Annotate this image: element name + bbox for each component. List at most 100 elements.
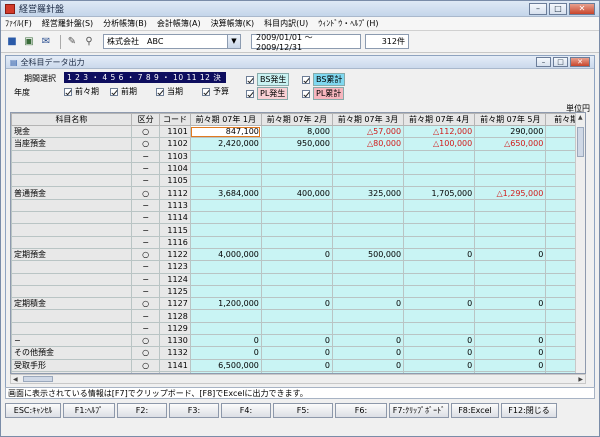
table-row[interactable]: −1114 <box>11 211 585 225</box>
value-cell[interactable]: 0 <box>403 358 476 372</box>
value-cell[interactable] <box>189 211 262 225</box>
checkbox-bs-occurrence[interactable]: BS発生 <box>246 73 290 86</box>
maximize-button[interactable]: □ <box>549 2 567 15</box>
value-cell[interactable] <box>331 272 405 286</box>
f5-button[interactable]: F5: <box>273 403 333 418</box>
company-select[interactable]: 株式会社 ABC ▼ <box>103 34 241 49</box>
value-cell[interactable]: 325,000 <box>331 186 405 200</box>
mail-icon[interactable]: ✉ <box>39 35 53 49</box>
kubun-cell[interactable]: ○ <box>130 297 161 311</box>
value-cell[interactable] <box>260 161 334 176</box>
value-cell[interactable] <box>474 223 547 237</box>
account-name-cell[interactable] <box>11 211 132 225</box>
value-cell[interactable]: △80,000 <box>331 137 405 151</box>
value-cell[interactable]: 0 <box>403 334 476 348</box>
account-name-cell[interactable] <box>11 223 132 237</box>
close-button[interactable]: ✕ <box>569 2 595 15</box>
scroll-left-icon[interactable]: ◀ <box>13 376 18 383</box>
value-cell[interactable]: △100,000 <box>403 137 476 151</box>
f1-help-button[interactable]: F1:ﾍﾙﾌﾟ <box>63 403 115 418</box>
kubun-cell[interactable]: ○ <box>130 124 161 139</box>
save-icon[interactable]: ■ <box>5 35 19 49</box>
code-cell[interactable]: 1102 <box>159 137 191 151</box>
value-cell[interactable]: 0 <box>331 334 405 348</box>
value-cell[interactable]: 0 <box>260 358 334 372</box>
table-row[interactable]: − ○ 1130 0 0 0 0 0 <box>11 334 585 348</box>
value-cell[interactable]: 0 <box>474 247 547 262</box>
code-cell[interactable]: 1123 <box>159 260 191 274</box>
table-row[interactable]: −1105 <box>11 174 585 188</box>
table-row[interactable]: −1129 <box>11 321 585 336</box>
table-row[interactable]: 普通預金 ○ 1112 3,684,000 400,000 325,000 1,705,00… <box>11 186 585 200</box>
kubun-cell[interactable]: − <box>130 161 161 176</box>
code-cell[interactable]: 1130 <box>159 334 191 348</box>
code-cell[interactable]: 1125 <box>159 284 191 299</box>
value-cell[interactable] <box>474 198 547 213</box>
kubun-cell[interactable]: ○ <box>130 346 161 360</box>
account-name-cell[interactable] <box>11 174 132 188</box>
value-cell[interactable] <box>189 235 262 249</box>
value-cell[interactable]: 0 <box>474 358 547 372</box>
table-row[interactable]: −1128 <box>11 309 585 323</box>
value-cell[interactable]: 6,500,000 <box>189 358 262 372</box>
value-cell[interactable]: 0 <box>260 247 334 262</box>
value-cell[interactable]: 1,200,000 <box>189 297 262 311</box>
vertical-scroll-thumb[interactable] <box>577 127 584 157</box>
code-cell[interactable]: 1132 <box>159 346 191 360</box>
value-cell[interactable] <box>331 149 405 163</box>
kubun-cell[interactable]: − <box>130 309 161 323</box>
f12-close-button[interactable]: F12:閉じる <box>501 403 557 418</box>
value-cell[interactable]: 290,000 <box>474 124 547 139</box>
value-cell[interactable]: 0 <box>331 297 405 311</box>
value-cell[interactable]: △650,000 <box>474 137 547 151</box>
value-cell[interactable] <box>474 161 547 176</box>
value-cell[interactable]: 1,705,000 <box>403 186 476 200</box>
value-cell[interactable]: 2,420,000 <box>189 137 262 151</box>
chevron-down-icon[interactable]: ▼ <box>227 35 240 48</box>
table-row[interactable]: 定期預金 ○ 1122 4,000,000 0 500,000 0 0 <box>11 247 585 262</box>
account-name-cell[interactable]: 受取手形 <box>11 358 132 372</box>
value-cell[interactable] <box>403 223 476 237</box>
value-cell[interactable]: 0 <box>474 297 547 311</box>
code-cell[interactable]: 1103 <box>159 149 191 163</box>
code-cell[interactable]: 1128 <box>159 309 191 323</box>
code-cell[interactable]: 1115 <box>159 223 191 237</box>
table-row[interactable]: −1124 <box>11 272 585 286</box>
code-cell[interactable]: 1112 <box>159 186 191 200</box>
value-cell[interactable] <box>403 321 476 336</box>
scroll-up-icon[interactable]: ▲ <box>578 114 583 121</box>
value-cell[interactable] <box>260 174 334 188</box>
value-cell[interactable] <box>331 284 405 299</box>
f4-button[interactable]: F4: <box>221 403 271 418</box>
value-cell[interactable]: 0 <box>260 334 334 348</box>
value-cell[interactable] <box>260 223 334 237</box>
value-cell[interactable] <box>189 149 262 163</box>
value-cell[interactable]: 0 <box>403 297 476 311</box>
value-cell[interactable]: △112,000 <box>403 124 476 139</box>
f7-clipboard-button[interactable]: F7:ｸﾘｯﾌﾟﾎﾞｰﾄﾞ <box>389 403 449 418</box>
value-cell[interactable] <box>474 272 547 286</box>
value-cell[interactable] <box>260 149 334 163</box>
value-cell[interactable] <box>474 235 547 249</box>
value-cell[interactable] <box>260 321 334 336</box>
value-cell[interactable] <box>403 272 476 286</box>
value-cell[interactable]: 950,000 <box>260 137 334 151</box>
table-row[interactable]: −1113 <box>11 198 585 213</box>
value-cell[interactable]: 0 <box>403 346 476 360</box>
kubun-cell[interactable]: ○ <box>130 247 161 262</box>
scroll-right-icon[interactable]: ▶ <box>578 376 583 383</box>
value-cell[interactable] <box>331 309 405 323</box>
value-cell[interactable] <box>260 198 334 213</box>
account-name-cell[interactable] <box>11 260 132 274</box>
value-cell[interactable] <box>403 309 476 323</box>
checkbox-pl-cumulative[interactable]: PL累計 <box>302 87 345 100</box>
menu-accounting[interactable]: 会計帳簿(A) <box>157 18 201 29</box>
code-cell[interactable]: 1116 <box>159 235 191 249</box>
value-cell[interactable] <box>331 321 405 336</box>
value-cell[interactable]: 400,000 <box>260 186 334 200</box>
table-row[interactable]: 当座預金 ○ 1102 2,420,000 950,000 △80,000 △100,000… <box>11 137 585 151</box>
value-cell[interactable] <box>331 211 405 225</box>
value-cell[interactable]: 847,100 <box>189 124 262 139</box>
value-cell[interactable] <box>331 260 405 274</box>
kubun-cell[interactable]: − <box>130 235 161 249</box>
